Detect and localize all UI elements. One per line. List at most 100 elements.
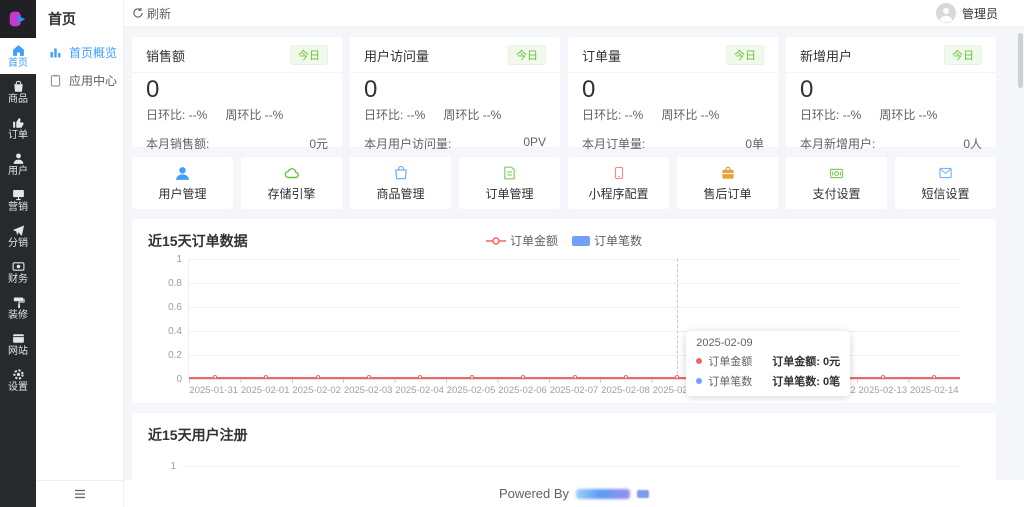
day-ratio: 日环比: --% (582, 106, 643, 123)
order-chart-card: 近15天订单数据 订单金额 订单笔数 1 0.8 0.6 0.4 0.2 0 (132, 219, 996, 403)
register-chart-title: 近15天用户注册 (148, 425, 980, 445)
shortcut-miniapp-config[interactable]: 小程序配置 (568, 157, 669, 209)
stat-card-visits: 用户访问量 今日 0 日环比: --% 周环比 --% 本月用户访问量: 0PV (350, 37, 560, 147)
shortcut-label: 支付设置 (812, 185, 860, 202)
shortcut-user-manage[interactable]: 用户管理 (132, 157, 233, 209)
legend-label: 订单笔数 (594, 232, 642, 249)
shortcut-payment-settings[interactable]: 支付设置 (786, 157, 887, 209)
month-label: 本月订单量: (582, 135, 645, 152)
submenu-item-label: 应用中心 (69, 72, 117, 89)
vertical-scrollbar[interactable] (1018, 33, 1023, 88)
legend-order-count[interactable]: 订单笔数 (572, 232, 642, 249)
stat-card-orders: 订单量 今日 0 日环比: --% 周环比 --% 本月订单量: 0单 (568, 37, 778, 147)
goods-bag-icon (393, 164, 409, 182)
rail-item-label: 网站 (8, 347, 28, 357)
month-value: 0单 (745, 135, 764, 152)
rail-item-users[interactable]: 用户 (0, 146, 36, 182)
tooltip-date: 2025-02-09 (696, 337, 840, 349)
user-icon (12, 152, 25, 165)
collapse-icon (73, 487, 87, 501)
user-menu[interactable]: 管理员 (936, 3, 998, 23)
sms-mail-icon (937, 164, 954, 182)
rail-item-finance[interactable]: 财务 (0, 254, 36, 290)
stat-value: 0 (786, 73, 996, 104)
week-ratio: 周环比 --% (225, 106, 283, 123)
user-manage-icon (174, 164, 191, 182)
shortcut-order-manage[interactable]: 订单管理 (459, 157, 560, 209)
rail-item-orders[interactable]: 订单 (0, 110, 36, 146)
collapse-sidebar-button[interactable] (36, 480, 123, 507)
stat-title: 新增用户 (800, 46, 852, 65)
today-badge: 今日 (290, 45, 328, 65)
stat-title: 用户访问量 (364, 46, 429, 65)
marketing-icon (12, 188, 25, 201)
line-marker-icon (486, 237, 506, 245)
distribution-icon (12, 224, 25, 237)
y-tick: 0.2 (148, 350, 182, 361)
rail-item-marketing[interactable]: 营销 (0, 182, 36, 218)
submenu-item-label: 首页概览 (69, 44, 117, 61)
stat-card-new-users: 新增用户 今日 0 日环比: --% 周环比 --% 本月新增用户: 0人 (786, 37, 996, 147)
refresh-label: 刷新 (147, 5, 171, 22)
month-label: 本月销售额: (146, 135, 209, 152)
app-center-icon (49, 74, 62, 87)
shortcut-label: 小程序配置 (588, 185, 648, 202)
tooltip-series-value: 订单金额: 0元 (758, 353, 840, 369)
chart-legend: 订单金额 订单笔数 (486, 232, 642, 249)
legend-order-amount[interactable]: 订单金额 (486, 232, 558, 249)
week-ratio: 周环比 --% (879, 106, 937, 123)
chart-tooltip: 2025-02-09 订单金额 订单金额: 0元 订单笔数 订单笔数: 0笔 (686, 331, 850, 396)
avatar (936, 3, 956, 23)
register-chart-card: 近15天用户注册 1 (132, 413, 996, 480)
shortcut-label: 短信设置 (921, 185, 969, 202)
chart-grid: 2025-02-09 订单金额 订单金额: 0元 订单笔数 订单笔数: 0笔 (188, 259, 960, 379)
shortcut-sms-settings[interactable]: 短信设置 (895, 157, 996, 209)
month-value: 0人 (963, 135, 982, 152)
y-tick: 1 (148, 254, 182, 265)
page-footer: Powered By (124, 480, 1024, 507)
aftersale-briefcase-icon (720, 164, 736, 182)
stat-card-sales: 销售额 今日 0 日环比: --% 周环比 --% 本月销售额: 0元 (132, 37, 342, 147)
rail-item-settings[interactable]: 设置 (0, 362, 36, 398)
stat-value: 0 (350, 73, 560, 104)
rail-item-website[interactable]: 网站 (0, 326, 36, 362)
today-badge: 今日 (726, 45, 764, 65)
shortcut-label: 订单管理 (485, 185, 533, 202)
settings-icon (12, 368, 25, 381)
stat-value: 0 (132, 73, 342, 104)
y-tick: 0.4 (148, 326, 182, 337)
icon-rail: 首页 商品 订单 用户 营销 分销 财务 装修 网站 设置 (0, 0, 36, 507)
rail-item-goods[interactable]: 商品 (0, 74, 36, 110)
stat-value: 0 (568, 73, 778, 104)
week-ratio: 周环比 --% (661, 106, 719, 123)
shortcut-goods-manage[interactable]: 商品管理 (350, 157, 451, 209)
submenu-item-overview[interactable]: 首页概览 (36, 38, 123, 66)
tooltip-series-value: 订单笔数: 0笔 (758, 373, 840, 389)
rail-item-distribution[interactable]: 分销 (0, 218, 36, 254)
shortcut-storage-engine[interactable]: 存储引擎 (241, 157, 342, 209)
home-icon (12, 44, 25, 57)
main-area: 刷新 管理员 销售额 今日 0 日环比: --% 周环比 --% 本月销售额: (124, 0, 1024, 507)
submenu-item-app-center[interactable]: 应用中心 (36, 66, 123, 94)
goods-icon (12, 80, 25, 93)
axis-pointer-line (677, 259, 678, 379)
order-chart-plot: 1 0.8 0.6 0.4 0.2 0 (148, 257, 980, 399)
bar-marker-icon (572, 236, 590, 246)
refresh-icon (132, 7, 144, 19)
miniapp-phone-icon (612, 164, 626, 182)
shortcut-row: 用户管理 存储引擎 商品管理 订单管理 小程序配置 售后订单 (132, 157, 996, 209)
rail-item-label: 分销 (8, 239, 28, 249)
rail-item-label: 首页 (8, 59, 28, 69)
rail-item-decoration[interactable]: 装修 (0, 290, 36, 326)
day-ratio: 日环比: --% (364, 106, 425, 123)
rail-item-home[interactable]: 首页 (0, 38, 36, 74)
today-badge: 今日 (508, 45, 546, 65)
shortcut-aftersale-orders[interactable]: 售后订单 (677, 157, 778, 209)
overview-chart-icon (49, 46, 62, 59)
refresh-button[interactable]: 刷新 (132, 5, 171, 22)
shortcut-label: 商品管理 (376, 185, 424, 202)
register-chart-plot: 1 (148, 461, 980, 472)
app-logo[interactable] (0, 0, 36, 38)
day-ratio: 日环比: --% (146, 106, 207, 123)
legend-label: 订单金额 (510, 232, 558, 249)
